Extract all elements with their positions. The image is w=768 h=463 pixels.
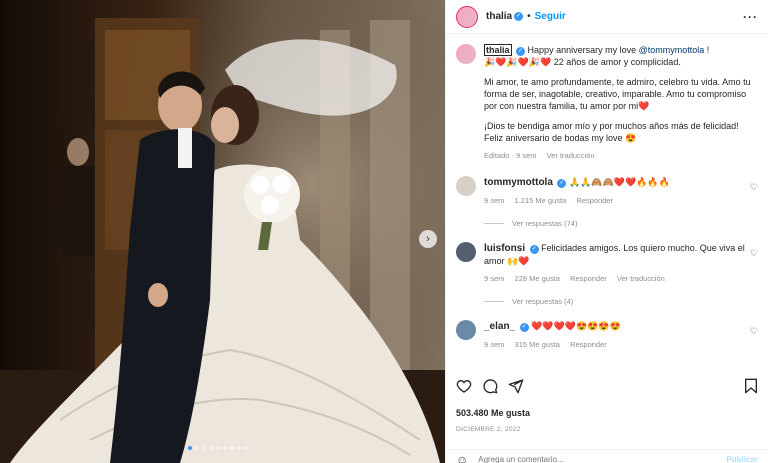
carousel-dot (202, 446, 206, 450)
publish-button[interactable]: Publicar (726, 455, 758, 463)
view-replies-label: Ver respuestas (74) (512, 219, 578, 228)
replies-divider (484, 223, 504, 224)
carousel-dot (188, 446, 192, 450)
post-caption: thalia ✓ Happy anniversary my love @tomm… (456, 44, 758, 162)
comment-likes[interactable]: 315 Me gusta (515, 340, 560, 349)
comments-scroll-area[interactable]: thalia ✓ Happy anniversary my love @tomm… (446, 34, 768, 372)
carousel-dot (209, 446, 213, 450)
more-options-icon[interactable]: ··· (743, 10, 758, 24)
comment-age: 9 sem (484, 274, 505, 283)
caption-meta: Editado · 9 sem Ver traducción (484, 150, 752, 162)
comment-username[interactable]: tommymottola (484, 177, 553, 188)
comment-meta: 9 sem 315 Me gusta Responder (484, 339, 752, 351)
add-comment-bar: ☺ Publicar (446, 449, 768, 463)
caption-line2-text: 22 años de amor y complicidad. (551, 57, 681, 67)
chevron-right-icon: › (426, 233, 430, 245)
carousel-dot (223, 446, 227, 450)
post-likes-count[interactable]: 503.480 Me gusta (456, 408, 530, 418)
replies-divider (484, 301, 504, 302)
verified-badge-icon: ✓ (557, 179, 567, 188)
heart-icon[interactable]: ♡ (750, 326, 758, 337)
heart-icon[interactable]: ♡ (750, 182, 758, 193)
caption-mention-link[interactable]: @tommymottola (639, 45, 705, 55)
comment-likes[interactable]: 228 Me gusta (515, 274, 560, 283)
comment-item: tommymottola ✓ 🙏🙏🙈🙈❤️❤️🔥🔥🔥 9 sem 1.215 M… (456, 176, 758, 207)
caption-emojis: 🎉❤️🎉❤️🎉❤️ (484, 57, 552, 67)
caption-line1-text: Happy anniversary my love (527, 45, 639, 55)
post-header: thalia ✓ • Seguir ··· (446, 0, 768, 34)
caption-avatar[interactable] (456, 44, 476, 64)
instagram-post-view: › thalia ✓ • Seguir ··· thalia ✓ Happy a… (0, 0, 768, 463)
carousel-dot (237, 446, 241, 450)
carousel-dot (244, 446, 248, 450)
caption-username[interactable]: thalia (484, 44, 512, 56)
author-username[interactable]: thalia (486, 11, 512, 22)
comment-translate-link[interactable]: Ver traducción (617, 274, 665, 283)
view-replies-button[interactable]: Ver respuestas (4) (484, 297, 758, 306)
verified-badge-icon: ✓ (529, 245, 539, 254)
heart-icon[interactable] (456, 378, 472, 394)
separator-dot: • (527, 11, 531, 22)
caption-line1-suffix: ! (704, 45, 710, 55)
comment-meta: 9 sem 1.215 Me gusta Responder (484, 195, 752, 207)
next-photo-button[interactable]: › (419, 230, 437, 248)
comment-icon[interactable] (482, 378, 498, 394)
comment-avatar[interactable] (456, 242, 476, 262)
comment-reply-button[interactable]: Responder (570, 340, 607, 349)
caption-paragraph-2: Mi amor, te amo profundamente, te admiro… (484, 77, 751, 111)
comment-username[interactable]: luisfonsi (484, 243, 525, 254)
smiley-icon[interactable]: ☺ (456, 453, 468, 463)
comment-text: 🙏🙏🙈🙈❤️❤️🔥🔥🔥 (568, 177, 670, 187)
post-date: DICIEMBRE 2, 2022 (456, 426, 521, 433)
carousel-indicator (188, 446, 248, 450)
verified-badge-icon: ✓ (514, 12, 524, 21)
comment-reply-button[interactable]: Responder (570, 274, 607, 283)
heart-icon[interactable]: ♡ (750, 248, 758, 259)
post-photo[interactable]: › (0, 0, 445, 463)
comment-avatar[interactable] (456, 320, 476, 340)
verified-badge-icon: ✓ (519, 323, 529, 332)
comment-age: 9 sem (484, 340, 505, 349)
caption-translate-link[interactable]: Ver traducción (547, 151, 595, 160)
caption-paragraph-3: ¡Dios te bendiga amor mío y por muchos a… (484, 121, 739, 143)
comment-reply-button[interactable]: Responder (576, 196, 613, 205)
carousel-dot (195, 446, 199, 450)
post-sidebar: thalia ✓ • Seguir ··· thalia ✓ Happy ann… (445, 0, 768, 463)
follow-button[interactable]: Seguir (535, 11, 566, 22)
comment-avatar[interactable] (456, 176, 476, 196)
comment-meta: 9 sem 228 Me gusta Responder Ver traducc… (484, 273, 752, 285)
comment-age: 9 sem (484, 196, 505, 205)
verified-badge-icon: ✓ (516, 47, 526, 56)
comment-item: luisfonsi ✓ Felicidades amigos. Los quie… (456, 242, 758, 285)
bookmark-icon[interactable] (744, 378, 758, 394)
wedding-photo (0, 0, 445, 463)
comment-username[interactable]: _elan_ (484, 321, 515, 332)
view-replies-button[interactable]: Ver respuestas (74) (484, 219, 758, 228)
comment-item: _elan_ ✓ ❤️❤️❤️❤️😍😍😍😍 9 sem 315 Me gusta… (456, 320, 758, 351)
carousel-dot (230, 446, 234, 450)
comment-likes[interactable]: 1.215 Me gusta (515, 196, 567, 205)
carousel-dot (216, 446, 220, 450)
post-actions (456, 378, 758, 394)
caption-edited-age: Editado · 9 sem (484, 151, 537, 160)
comment-text: ❤️❤️❤️❤️😍😍😍😍 (531, 321, 621, 331)
add-comment-input[interactable] (478, 455, 717, 463)
paper-plane-icon[interactable] (508, 378, 524, 394)
view-replies-label: Ver respuestas (4) (512, 297, 574, 306)
author-avatar[interactable] (456, 5, 478, 28)
